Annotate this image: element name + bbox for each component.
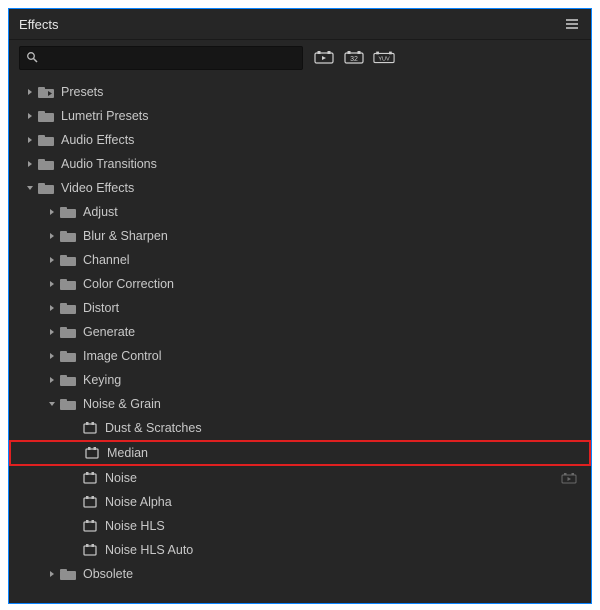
effect-icon — [81, 471, 99, 485]
svg-text:YUV: YUV — [378, 57, 390, 63]
chevron-right-icon[interactable] — [23, 112, 37, 120]
preset-bin-icon — [37, 85, 55, 99]
tree-label: Distort — [83, 301, 119, 315]
search-input[interactable] — [42, 50, 296, 66]
panel-menu-icon[interactable] — [563, 18, 581, 30]
folder-icon — [59, 301, 77, 315]
tree-label: Noise Alpha — [105, 495, 172, 509]
accelerated-badge-icon — [561, 472, 577, 485]
tree-item-color-correction[interactable]: Color Correction — [9, 272, 591, 296]
folder-icon — [37, 109, 55, 123]
filter-toggles: 32 YUV — [313, 49, 395, 67]
chevron-right-icon[interactable] — [45, 352, 59, 360]
effect-noise-hls-auto[interactable]: Noise HLS Auto — [9, 538, 591, 562]
chevron-right-icon[interactable] — [23, 88, 37, 96]
svg-text:32: 32 — [350, 56, 358, 63]
folder-icon — [59, 253, 77, 267]
chevron-right-icon[interactable] — [45, 376, 59, 384]
tree-item-keying[interactable]: Keying — [9, 368, 591, 392]
tree-label: Presets — [61, 85, 103, 99]
folder-icon — [59, 229, 77, 243]
tree-label: Image Control — [83, 349, 162, 363]
folder-icon — [59, 373, 77, 387]
tree-label: Noise & Grain — [83, 397, 161, 411]
effect-icon — [83, 446, 101, 460]
effect-icon — [81, 421, 99, 435]
chevron-right-icon[interactable] — [23, 160, 37, 168]
tree-item-adjust[interactable]: Adjust — [9, 200, 591, 224]
folder-icon — [59, 349, 77, 363]
effects-panel: Effects 32 YUV — [8, 8, 592, 604]
folder-icon — [37, 157, 55, 171]
chevron-right-icon[interactable] — [45, 256, 59, 264]
tree-label: Noise HLS — [105, 519, 165, 533]
effect-dust-scratches[interactable]: Dust & Scratches — [9, 416, 591, 440]
tree-label: Generate — [83, 325, 135, 339]
tree-label: Keying — [83, 373, 121, 387]
tree-label: Audio Effects — [61, 133, 134, 147]
tree-label: Median — [107, 446, 148, 460]
tree-label: Audio Transitions — [61, 157, 157, 171]
tree-item-video-effects[interactable]: Video Effects — [9, 176, 591, 200]
panel-toolbar: 32 YUV — [9, 40, 591, 78]
tree-item-obsolete[interactable]: Obsolete — [9, 562, 591, 586]
tree-item-blur-sharpen[interactable]: Blur & Sharpen — [9, 224, 591, 248]
panel-title: Effects — [19, 17, 59, 32]
tree-item-lumetri-presets[interactable]: Lumetri Presets — [9, 104, 591, 128]
chevron-right-icon[interactable] — [45, 328, 59, 336]
folder-icon — [59, 277, 77, 291]
tree-label: Video Effects — [61, 181, 134, 195]
folder-icon — [59, 567, 77, 581]
effect-icon — [81, 543, 99, 557]
folder-icon — [59, 325, 77, 339]
tree-label: Color Correction — [83, 277, 174, 291]
search-input-wrap[interactable] — [19, 46, 303, 70]
tree-label: Noise HLS Auto — [105, 543, 193, 557]
folder-icon — [37, 133, 55, 147]
search-icon — [26, 51, 38, 66]
effect-noise-hls[interactable]: Noise HLS — [9, 514, 591, 538]
accelerated-effects-toggle[interactable] — [313, 49, 335, 67]
tree-item-distort[interactable]: Distort — [9, 296, 591, 320]
effect-icon — [81, 519, 99, 533]
tree-item-presets[interactable]: Presets — [9, 80, 591, 104]
32bit-toggle[interactable]: 32 — [343, 49, 365, 67]
tree-item-noise-grain[interactable]: Noise & Grain — [9, 392, 591, 416]
effect-noise-alpha[interactable]: Noise Alpha — [9, 490, 591, 514]
panel-header: Effects — [9, 9, 591, 40]
tree-label: Obsolete — [83, 567, 133, 581]
tree-item-image-control[interactable]: Image Control — [9, 344, 591, 368]
tree-label: Dust & Scratches — [105, 421, 202, 435]
tree-label: Adjust — [83, 205, 118, 219]
tree-item-audio-effects[interactable]: Audio Effects — [9, 128, 591, 152]
chevron-right-icon[interactable] — [23, 136, 37, 144]
chevron-right-icon[interactable] — [45, 570, 59, 578]
tree-item-generate[interactable]: Generate — [9, 320, 591, 344]
chevron-right-icon[interactable] — [45, 208, 59, 216]
tree-item-audio-transitions[interactable]: Audio Transitions — [9, 152, 591, 176]
effect-noise[interactable]: Noise — [9, 466, 591, 490]
chevron-right-icon[interactable] — [45, 304, 59, 312]
chevron-right-icon[interactable] — [45, 280, 59, 288]
tree-label: Channel — [83, 253, 130, 267]
tree-label: Blur & Sharpen — [83, 229, 168, 243]
effect-median[interactable]: Median — [9, 440, 591, 466]
chevron-down-icon[interactable] — [45, 400, 59, 408]
folder-icon — [59, 397, 77, 411]
yuv-toggle[interactable]: YUV — [373, 49, 395, 67]
effects-tree: Presets Lumetri Presets Audio Effects Au… — [9, 78, 591, 596]
chevron-right-icon[interactable] — [45, 232, 59, 240]
chevron-down-icon[interactable] — [23, 184, 37, 192]
folder-icon — [37, 181, 55, 195]
tree-label: Noise — [105, 471, 137, 485]
folder-icon — [59, 205, 77, 219]
effect-icon — [81, 495, 99, 509]
tree-item-channel[interactable]: Channel — [9, 248, 591, 272]
tree-label: Lumetri Presets — [61, 109, 149, 123]
